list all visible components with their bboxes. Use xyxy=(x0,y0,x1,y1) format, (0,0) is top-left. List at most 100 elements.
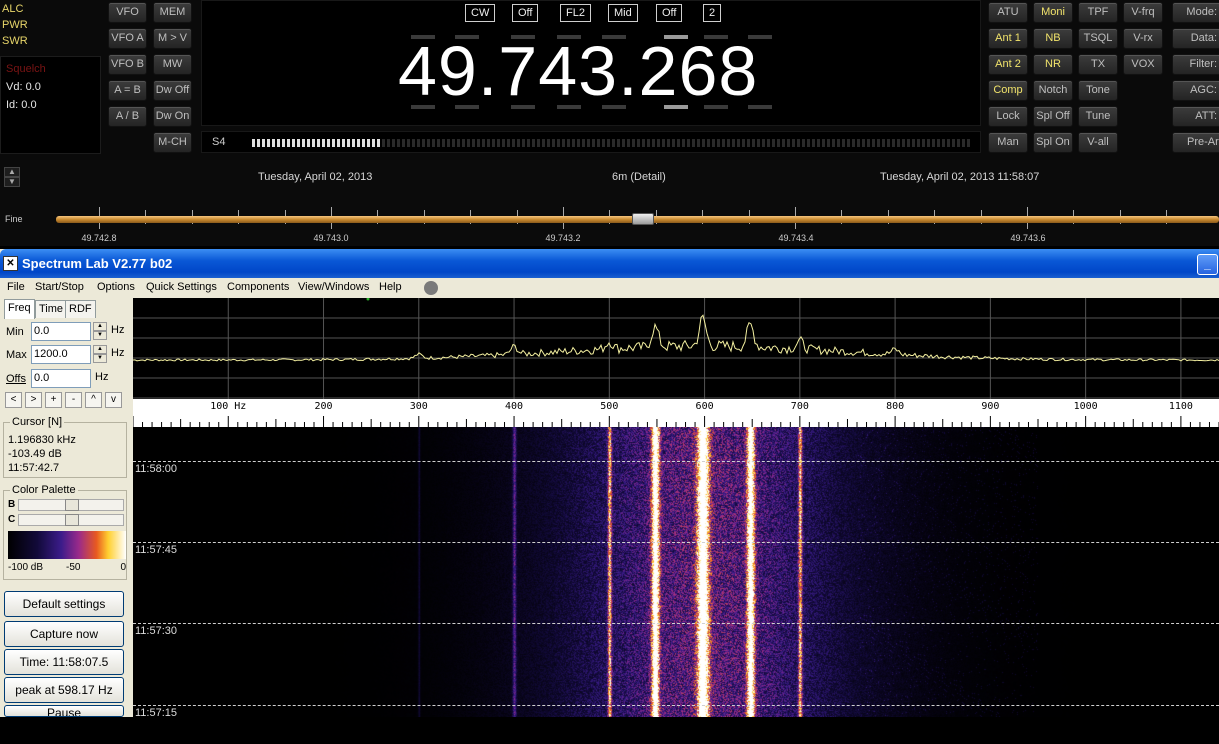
tx-button[interactable]: TX xyxy=(1078,54,1118,75)
contrast-thumb[interactable] xyxy=(65,514,79,526)
max-spinner[interactable]: ▲ ▼ xyxy=(93,345,107,364)
atu-button[interactable]: ATU xyxy=(988,2,1028,23)
capture-now-button[interactable]: Capture now xyxy=(4,621,124,647)
man-button[interactable]: Man xyxy=(988,132,1028,153)
max-freq-input[interactable]: 1200.0 xyxy=(31,345,91,364)
color-palette-group: Color Palette B C -100 dB -50 0 xyxy=(3,484,127,580)
nr-button[interactable]: NR xyxy=(1033,54,1073,75)
brightness-slider[interactable] xyxy=(18,499,124,511)
s-meter-bar xyxy=(252,139,970,147)
time-mark: 11:57:45 xyxy=(135,544,178,556)
menu-help[interactable]: Help xyxy=(379,281,402,293)
split-on-button[interactable]: Spl On xyxy=(1033,132,1073,153)
nb-button[interactable]: NB xyxy=(1033,28,1073,49)
datetime-right: Tuesday, April 02, 2013 11:58:07 xyxy=(880,171,1040,183)
zoom-out-button[interactable]: - xyxy=(65,392,82,408)
vox-button[interactable]: VOX xyxy=(1123,54,1163,75)
record-indicator-icon[interactable] xyxy=(424,281,438,295)
tuning-thumb[interactable] xyxy=(632,213,654,225)
dw-off-button[interactable]: Dw Off xyxy=(153,80,192,101)
min-spinner[interactable]: ▲ ▼ xyxy=(93,322,107,341)
spectrum-grid xyxy=(133,298,1219,399)
shift-right-button[interactable]: > xyxy=(25,392,42,408)
vfo-b-button[interactable]: VFO B xyxy=(108,54,147,75)
filter-menu-button[interactable]: Filter: xyxy=(1172,54,1219,75)
pause-button[interactable]: Pause xyxy=(4,705,124,717)
mode-tag-cw[interactable]: CW xyxy=(465,4,496,22)
mem-button[interactable]: MEM xyxy=(153,2,192,23)
mode-tag-filter[interactable]: FL2 xyxy=(560,4,591,22)
tpf-button[interactable]: TPF xyxy=(1078,2,1118,23)
lock-button[interactable]: Lock xyxy=(988,106,1028,127)
tab-rdf[interactable]: RDF xyxy=(65,300,96,318)
default-settings-button[interactable]: Default settings xyxy=(4,591,124,617)
scroll-up-button[interactable]: ^ xyxy=(85,392,102,408)
vfo-frequency[interactable]: 49.743.268 xyxy=(398,33,758,109)
tab-freq[interactable]: Freq xyxy=(4,299,35,319)
dw-on-button[interactable]: Dw On xyxy=(153,106,192,127)
vfo-button[interactable]: VFO xyxy=(108,2,147,23)
moni-button[interactable]: Moni xyxy=(1033,2,1073,23)
menu-quick-settings[interactable]: Quick Settings xyxy=(146,281,217,293)
comp-button[interactable]: Comp xyxy=(988,80,1028,101)
frequency-axis-label: 200 xyxy=(314,401,333,412)
tone-button[interactable]: Tone xyxy=(1078,80,1118,101)
digit-marker xyxy=(557,105,581,109)
brightness-thumb[interactable] xyxy=(65,499,79,511)
v-rx-button[interactable]: V-rx xyxy=(1123,28,1163,49)
notch-button[interactable]: Notch xyxy=(1033,80,1073,101)
digit-marker xyxy=(602,105,626,109)
palette-scale-mid: -50 xyxy=(66,562,81,573)
ant-1-button[interactable]: Ant 1 xyxy=(988,28,1028,49)
window-titlebar[interactable]: ✕ Spectrum Lab V2.77 b02 _ xyxy=(0,249,1219,278)
mode-tag-2[interactable]: 2 xyxy=(703,4,722,22)
spectrum-graph[interactable] xyxy=(133,298,1219,399)
tab-time[interactable]: Time xyxy=(35,300,68,318)
m-to-v-button[interactable]: M > V xyxy=(153,28,192,49)
tsql-button[interactable]: TSQL xyxy=(1078,28,1118,49)
mode-tag-off-2[interactable]: Off xyxy=(656,4,683,22)
tune-button[interactable]: Tune xyxy=(1078,106,1118,127)
max-label: Max xyxy=(6,349,27,361)
frequency-axis-label: 100 Hz xyxy=(210,401,247,412)
scroll-down-button[interactable]: v xyxy=(105,392,122,408)
split-off-button[interactable]: Spl Off xyxy=(1033,106,1073,127)
agc-menu-button[interactable]: AGC: xyxy=(1172,80,1219,101)
m-ch-button[interactable]: M-CH xyxy=(153,132,192,153)
a-b-swap-button[interactable]: A / B xyxy=(108,106,147,127)
spin-down-icon[interactable]: ▼ xyxy=(4,177,20,187)
contrast-slider[interactable] xyxy=(18,514,124,526)
ant-2-button[interactable]: Ant 2 xyxy=(988,54,1028,75)
mode-tag-mid[interactable]: Mid xyxy=(608,4,638,22)
zoom-in-button[interactable]: + xyxy=(45,392,62,408)
data-menu-button[interactable]: Data: xyxy=(1172,28,1219,49)
v-all-button[interactable]: V-all xyxy=(1078,132,1118,153)
shift-left-button[interactable]: < xyxy=(5,392,22,408)
mw-button[interactable]: MW xyxy=(153,54,192,75)
minimize-icon[interactable]: _ xyxy=(1197,254,1218,275)
preamp-menu-button[interactable]: Pre-Ar xyxy=(1172,132,1219,153)
offset-input[interactable]: 0.0 xyxy=(31,369,91,388)
time-mark: 11:58:00 xyxy=(135,463,178,475)
frequency-axis-label: 500 xyxy=(600,401,619,412)
menu-view-windows[interactable]: View/Windows xyxy=(298,281,369,293)
app-icon[interactable]: ✕ xyxy=(3,256,18,271)
cursor-time: 11:57:42.7 xyxy=(8,462,60,474)
menu-components[interactable]: Components xyxy=(227,281,289,293)
menu-file[interactable]: File xyxy=(7,281,25,293)
min-freq-input[interactable]: 0.0 xyxy=(31,322,91,341)
a-equals-b-button[interactable]: A = B xyxy=(108,80,147,101)
menu-start-stop[interactable]: Start/Stop xyxy=(35,281,84,293)
menu-options[interactable]: Options xyxy=(97,281,135,293)
band-tick-label: 49.743.4 xyxy=(778,233,814,243)
mode-tag-off[interactable]: Off xyxy=(512,4,539,22)
mode-menu-button[interactable]: Mode: xyxy=(1172,2,1219,23)
waterfall-display[interactable]: 11:58:00 11:57:45 11:57:30 11:57:15 xyxy=(133,427,1219,717)
digit-marker xyxy=(511,105,535,109)
v-frq-button[interactable]: V-frq xyxy=(1123,2,1163,23)
vfo-a-button[interactable]: VFO A xyxy=(108,28,147,49)
spin-up-icon[interactable]: ▲ xyxy=(4,167,20,177)
fine-label: Fine xyxy=(5,214,23,224)
att-menu-button[interactable]: ATT: xyxy=(1172,106,1219,127)
palette-gradient xyxy=(8,531,126,559)
